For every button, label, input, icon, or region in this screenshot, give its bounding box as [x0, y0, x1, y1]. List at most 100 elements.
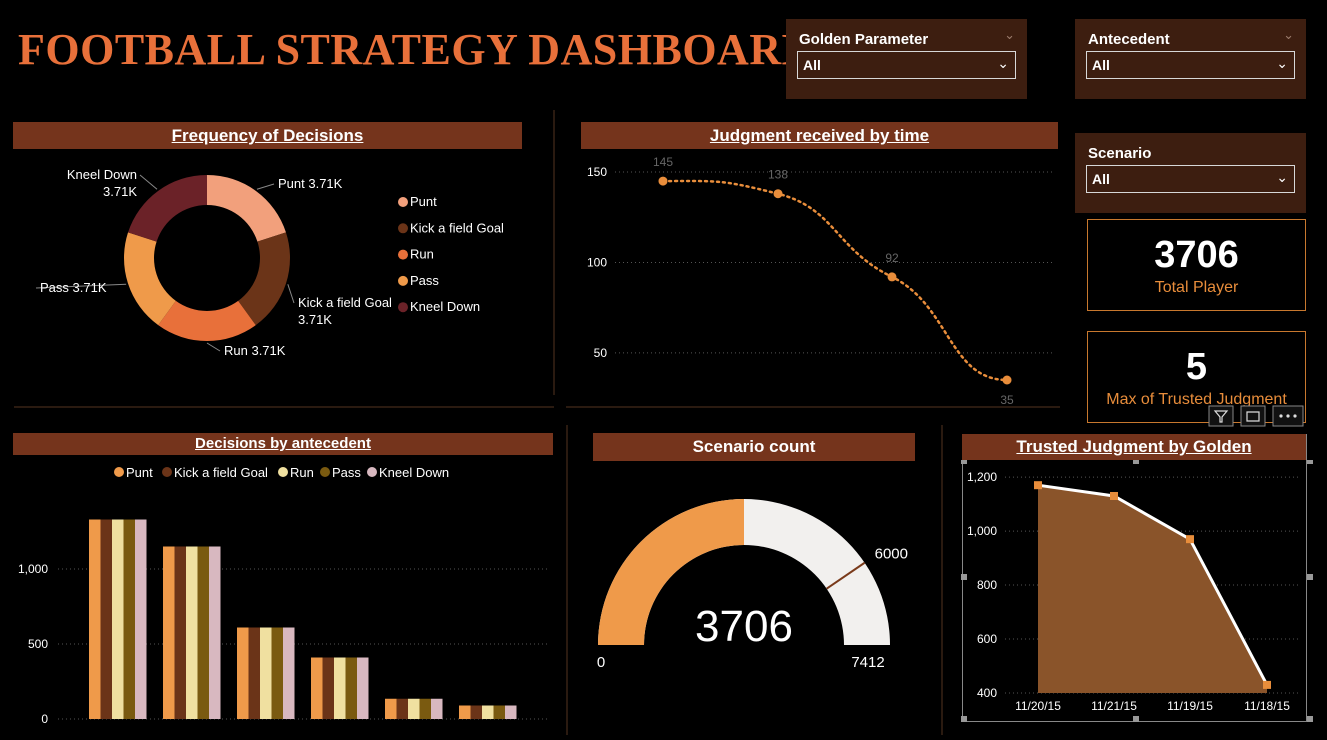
more-options-icon[interactable] [1272, 405, 1304, 427]
antecedent-dropdown[interactable]: All ⌄ [1086, 51, 1295, 79]
resize-handle[interactable] [961, 460, 967, 464]
bar[interactable] [322, 657, 335, 720]
filter-icon[interactable] [1208, 405, 1234, 427]
trusted-judgment-area-chart[interactable]: 400 600 800 1,000 1,200 11/20/15 11/21/15 11/19… [955, 460, 1320, 722]
bar[interactable] [123, 519, 136, 720]
decision-frequency-donut-chart[interactable]: Punt 3.71K Kick a field Goal 3.71K Run 3.71… [0, 155, 545, 400]
resize-handle[interactable] [961, 574, 967, 580]
data-point [1002, 375, 1012, 385]
bar[interactable] [459, 705, 471, 720]
donut-slice[interactable] [158, 300, 256, 341]
bar[interactable] [197, 546, 210, 720]
bar[interactable] [357, 657, 369, 720]
chevron-down-icon: ⌄ [1276, 169, 1288, 185]
chart-title: Decisions by antecedent [13, 433, 553, 455]
legend-item: Pass [332, 465, 361, 480]
y-tick-label: 150 [587, 165, 607, 179]
bar[interactable] [163, 546, 175, 720]
scenario-slicer[interactable]: Scenario All ⌄ [1075, 133, 1306, 213]
chevron-down-icon: ⌄ [1276, 55, 1288, 71]
data-label: Run 3.71K [224, 343, 286, 358]
divider [566, 406, 1060, 408]
bar[interactable] [100, 519, 113, 720]
data-point [773, 189, 783, 199]
resize-handle[interactable] [1307, 574, 1313, 580]
bar[interactable] [408, 698, 420, 719]
data-point [1110, 491, 1118, 500]
legend-item: Kick a field Goal [410, 220, 504, 235]
chart-title: Judgment received by time [581, 122, 1058, 149]
bar[interactable] [237, 627, 249, 720]
bar[interactable] [209, 546, 221, 720]
resize-handle[interactable] [1307, 460, 1313, 464]
bar[interactable] [396, 698, 409, 719]
bar[interactable] [431, 698, 443, 719]
data-label: Kneel Down 3.71K [67, 167, 137, 199]
legend-marker [162, 467, 172, 477]
legend-marker [398, 223, 408, 234]
slicer-label: Golden Parameter [799, 31, 929, 48]
bar[interactable] [311, 657, 323, 720]
judgment-by-time-line-chart[interactable]: 50 100 150 145 138 92 35 [565, 150, 1065, 405]
series-line [661, 179, 1009, 382]
data-label: 92 [885, 251, 899, 265]
bar[interactable] [345, 657, 358, 720]
bar[interactable] [385, 698, 397, 719]
resize-handle[interactable] [1133, 460, 1139, 464]
leader-line [206, 342, 221, 352]
scenario-dropdown[interactable]: All ⌄ [1086, 165, 1295, 193]
resize-handle[interactable] [1307, 716, 1313, 722]
data-label: 35 [1000, 393, 1014, 405]
antecedent-slicer[interactable]: Antecedent ⌄ All ⌄ [1075, 19, 1306, 99]
bar[interactable] [334, 657, 346, 720]
data-point [1263, 680, 1271, 689]
bar[interactable] [174, 546, 187, 720]
chevron-down-icon[interactable]: ⌄ [1283, 27, 1294, 43]
x-tick-label: 11/18/15 [1244, 699, 1290, 713]
chart-title: Trusted Judgment by Golden [962, 434, 1306, 460]
bar[interactable] [505, 705, 517, 720]
data-point [1034, 481, 1042, 490]
divider [566, 425, 568, 735]
legend-item: Kneel Down [379, 465, 449, 480]
golden-parameter-dropdown[interactable]: All ⌄ [797, 51, 1016, 79]
resize-handle[interactable] [1133, 716, 1139, 722]
bar[interactable] [470, 705, 483, 720]
focus-mode-icon[interactable] [1240, 405, 1266, 427]
leader-line [256, 183, 275, 190]
bar[interactable] [248, 627, 261, 720]
bar[interactable] [271, 627, 284, 720]
bar[interactable] [112, 519, 124, 720]
y-tick-label: 800 [977, 578, 997, 592]
chevron-down-icon[interactable]: ⌄ [1004, 27, 1015, 43]
bar[interactable] [186, 546, 198, 720]
divider [14, 406, 554, 408]
bar[interactable] [482, 705, 494, 720]
y-tick-label: 400 [977, 686, 997, 700]
bar[interactable] [260, 627, 272, 720]
x-tick-label: 11/21/15 [1091, 699, 1137, 713]
divider [553, 110, 555, 395]
y-tick-label: 50 [594, 346, 608, 360]
bar[interactable] [283, 627, 295, 720]
y-tick-label: 1,000 [967, 524, 997, 538]
bar[interactable] [135, 519, 147, 720]
donut-slice[interactable] [207, 175, 286, 242]
data-point [658, 176, 668, 186]
bar[interactable] [493, 705, 506, 720]
y-tick-label: 500 [28, 637, 48, 651]
decisions-by-antecedent-bar-chart[interactable]: Punt Kick a field Goal Run Pass Kneel Down 0 5… [0, 458, 560, 738]
total-player-card[interactable]: 3706 Total Player [1087, 219, 1306, 311]
golden-parameter-slicer[interactable]: Golden Parameter ⌄ All ⌄ [786, 19, 1027, 99]
bar[interactable] [89, 519, 101, 720]
data-label: Kick a field Goal 3.71K [298, 295, 392, 327]
donut-slice[interactable] [238, 232, 290, 326]
scenario-count-gauge[interactable]: 3706 0 7412 6000 [575, 470, 935, 695]
y-tick-label: 0 [41, 712, 48, 726]
bar[interactable] [419, 698, 432, 719]
x-tick-label: 11/20/15 [1015, 699, 1061, 713]
donut-slice[interactable] [123, 232, 176, 326]
donut-slice[interactable] [128, 175, 207, 242]
resize-handle[interactable] [961, 716, 967, 722]
chart-title: Frequency of Decisions [13, 122, 522, 149]
